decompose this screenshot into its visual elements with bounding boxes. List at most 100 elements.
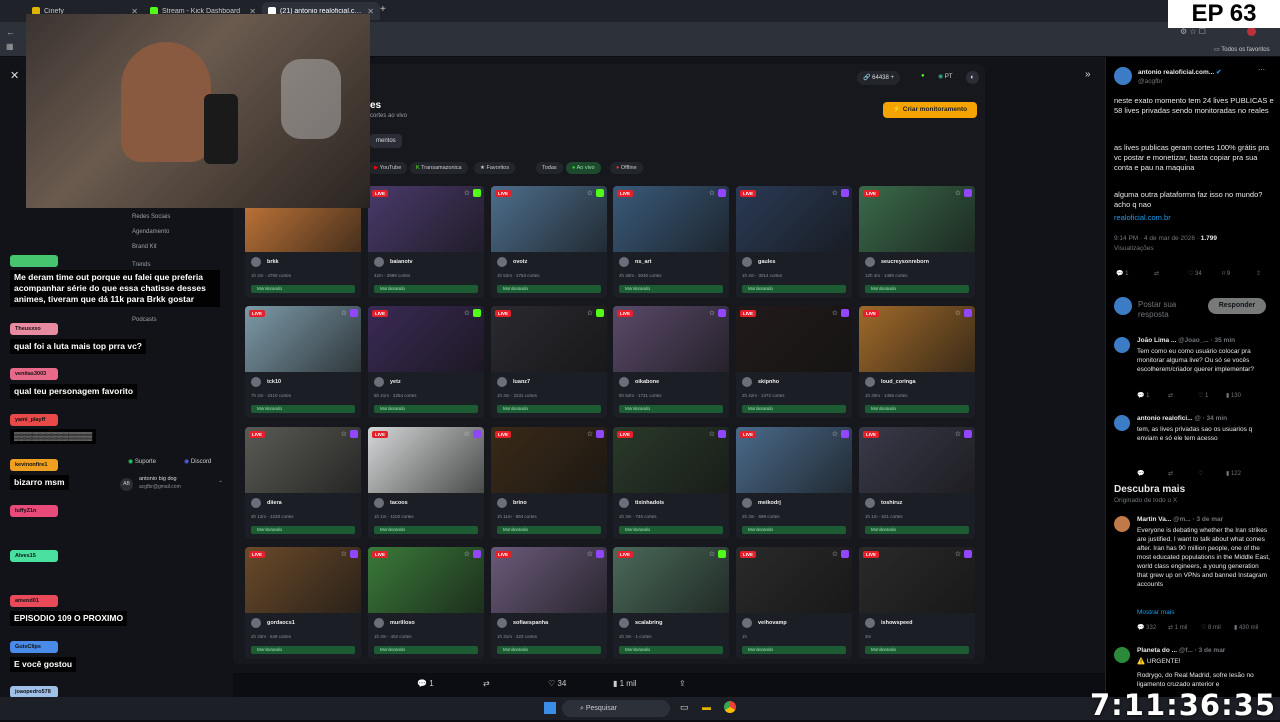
reply-repost-action[interactable]: ⇄ xyxy=(1168,392,1173,399)
stream-card[interactable]: LIVE ☆ tck10 7h 2m · 2410 cortes Monitorando xyxy=(245,306,361,418)
favorite-star-icon[interactable]: ☆ xyxy=(955,309,961,317)
stream-card[interactable]: LIVE ☆ loud_coringa 1h 30m · 1465 cortes Mon… xyxy=(859,306,975,418)
sidebar-item-brand-kit[interactable]: Brand Kit xyxy=(132,244,157,250)
stream-card[interactable]: LIVE ☆ skipnho 2h 42m · 1472 cortes Monitora… xyxy=(736,306,852,418)
monitoring-status-badge[interactable]: Monitorando xyxy=(865,526,969,534)
channel-name[interactable]: seucreysonreborn xyxy=(881,259,929,265)
channel-name[interactable]: loud_coringa xyxy=(881,379,916,385)
file-explorer-icon[interactable]: ▬ xyxy=(702,702,711,712)
favorite-star-icon[interactable]: ☆ xyxy=(341,430,347,438)
monitoring-status-badge[interactable]: Monitorando xyxy=(742,526,846,534)
show-more-link[interactable]: Mostrar mais xyxy=(1137,608,1175,617)
favorite-star-icon[interactable]: ☆ xyxy=(587,189,593,197)
reply-avatar[interactable] xyxy=(1114,337,1130,353)
close-overlay-icon[interactable]: ✕ xyxy=(10,69,19,82)
tab-monitoramentos[interactable]: mentos xyxy=(370,134,402,148)
monitoring-status-badge[interactable]: Monitorando xyxy=(865,646,969,654)
monitoring-status-badge[interactable]: Monitorando xyxy=(742,646,846,654)
channel-name[interactable]: oikabone xyxy=(635,379,659,385)
sidebar-item-redes-sociais[interactable]: Redes Sociais xyxy=(132,214,170,220)
channel-name[interactable]: tck10 xyxy=(267,379,281,385)
monitoring-status-badge[interactable]: Monitorando xyxy=(497,646,601,654)
sidebar-item-podcasts[interactable]: Podcasts xyxy=(132,317,157,323)
like-action[interactable]: ♡ 34 xyxy=(1188,270,1202,277)
stream-card[interactable]: LIVE ☆ luanz7 1h 3m · 2231 cortes Monitorand… xyxy=(491,306,607,418)
post-handle[interactable]: @acgfbr xyxy=(1138,78,1163,85)
stream-card[interactable]: LIVE ☆ yetz 6h 41m · 2254 cortes Monitorando xyxy=(368,306,484,418)
channel-name[interactable]: luanz7 xyxy=(513,379,530,385)
reply-like-action[interactable]: ♡ xyxy=(1198,470,1203,477)
monitoring-status-badge[interactable]: Monitorando xyxy=(619,646,723,654)
language-selector[interactable]: ◉ PT xyxy=(938,73,953,80)
filter-offline[interactable]: ● Offline xyxy=(610,162,643,174)
collapse-panel-icon[interactable]: » xyxy=(1085,69,1091,80)
discover-avatar[interactable] xyxy=(1114,516,1130,532)
filter-todas[interactable]: Todas xyxy=(536,162,563,174)
stream-card[interactable]: LIVE ☆ gaules 1h 3m · 3014 cortes Monitorand… xyxy=(736,186,852,298)
favorite-star-icon[interactable]: ☆ xyxy=(709,309,715,317)
reply-repost-action[interactable]: ⇄ xyxy=(1168,470,1173,477)
stream-card[interactable]: LIVE ☆ gordaocs1 2h 33m · 549 cortes Monitor… xyxy=(245,547,361,659)
channel-name[interactable]: sofiaespanha xyxy=(513,620,548,626)
channel-name[interactable]: diiera xyxy=(267,500,282,506)
apps-icon[interactable]: ▦ xyxy=(6,42,14,51)
favorite-star-icon[interactable]: ☆ xyxy=(832,430,838,438)
extensions-icon[interactable]: ⚙ ☆ ☐ xyxy=(1180,27,1206,36)
author-avatar[interactable] xyxy=(1114,67,1132,85)
favorite-star-icon[interactable]: ☆ xyxy=(709,550,715,558)
filter-favoritos[interactable]: ★ Favoritos xyxy=(474,162,516,174)
channel-name[interactable]: murilloso xyxy=(390,620,415,626)
channel-name[interactable]: meikodrj xyxy=(758,500,781,506)
bottom-repost-action[interactable]: ⇄ xyxy=(483,679,490,688)
stream-card[interactable]: LIVE ☆ sofiaespanha 1h 31m · 223 cortes Moni… xyxy=(491,547,607,659)
monitoring-status-badge[interactable]: Monitorando xyxy=(865,285,969,293)
favorite-star-icon[interactable]: ☆ xyxy=(832,550,838,558)
bottom-views[interactable]: ▮ 1 mil xyxy=(613,679,637,688)
favorite-star-icon[interactable]: ☆ xyxy=(464,189,470,197)
theme-toggle-icon[interactable]: ◐ xyxy=(966,71,979,84)
monitoring-status-badge[interactable]: Monitorando xyxy=(497,526,601,534)
bookmark-action[interactable]: ⌑ 9 xyxy=(1222,270,1230,277)
monitoring-status-badge[interactable]: Monitorando xyxy=(251,405,355,413)
channel-name[interactable]: veihovamp xyxy=(758,620,787,626)
channel-name[interactable]: baianotv xyxy=(390,259,413,265)
monitoring-status-badge[interactable]: Monitorando xyxy=(374,646,478,654)
monitoring-status-badge[interactable]: Monitorando xyxy=(497,405,601,413)
channel-name[interactable]: scalabring xyxy=(635,620,663,626)
favorite-star-icon[interactable]: ☆ xyxy=(955,189,961,197)
support-button[interactable]: ◉ Suporte xyxy=(128,458,156,465)
favorite-star-icon[interactable]: ☆ xyxy=(587,309,593,317)
channel-name[interactable]: brkk xyxy=(267,259,279,265)
monitoring-status-badge[interactable]: Monitorando xyxy=(742,285,846,293)
back-icon[interactable]: ← xyxy=(6,27,15,37)
bottom-share-action[interactable]: ⇪ xyxy=(679,679,686,688)
channel-name[interactable]: skipnho xyxy=(758,379,779,385)
reply-views[interactable]: ▮ 130 xyxy=(1226,392,1241,399)
discord-button[interactable]: ◉ Discord xyxy=(184,458,211,465)
reply-author[interactable]: João Lima ... @Joao_... · 35 min xyxy=(1137,337,1235,344)
discover-author[interactable]: Planeta do ... @f... · 3 de mar xyxy=(1137,647,1225,654)
sidebar-item-trends[interactable]: Trends xyxy=(132,262,150,268)
stream-card[interactable]: LIVE ☆ toshiruz 1h 1m · 621 cortes Monitoran… xyxy=(859,427,975,539)
favorite-star-icon[interactable]: ☆ xyxy=(832,189,838,197)
stream-card[interactable]: LIVE ☆ meikodrj 2h 3m · 589 cortes Monitoran… xyxy=(736,427,852,539)
favorite-star-icon[interactable]: ☆ xyxy=(832,309,838,317)
favorite-star-icon[interactable]: ☆ xyxy=(341,309,347,317)
favorite-star-icon[interactable]: ☆ xyxy=(464,430,470,438)
monitoring-status-badge[interactable]: Monitorando xyxy=(374,526,478,534)
channel-name[interactable]: tixinhadois xyxy=(635,500,664,506)
channel-name[interactable]: toshiruz xyxy=(881,500,902,506)
stream-card[interactable]: LIVE ☆ scalabring 1h 3m · 1 cortes Monitoran… xyxy=(613,547,729,659)
channel-name[interactable]: brino xyxy=(513,500,527,506)
monitoring-status-badge[interactable]: Monitorando xyxy=(619,526,723,534)
repost-action[interactable]: ⇄ xyxy=(1154,270,1159,277)
reply-action[interactable]: 💬 1 xyxy=(1116,270,1128,277)
stream-card[interactable]: LIVE ☆ seucreysonreborn 12h 4m · 1480 corte… xyxy=(859,186,975,298)
task-view-icon[interactable]: ▭ xyxy=(680,702,689,713)
stream-card[interactable]: LIVE ☆ diiera 3h 12m · 1228 cortes Monitoran… xyxy=(245,427,361,539)
reply-avatar[interactable] xyxy=(1114,415,1130,431)
monitoring-status-badge[interactable]: Monitorando xyxy=(865,405,969,413)
channel-name[interactable]: ishowspeed xyxy=(881,620,912,626)
new-tab-icon[interactable]: + xyxy=(380,4,386,15)
favorite-star-icon[interactable]: ☆ xyxy=(464,550,470,558)
